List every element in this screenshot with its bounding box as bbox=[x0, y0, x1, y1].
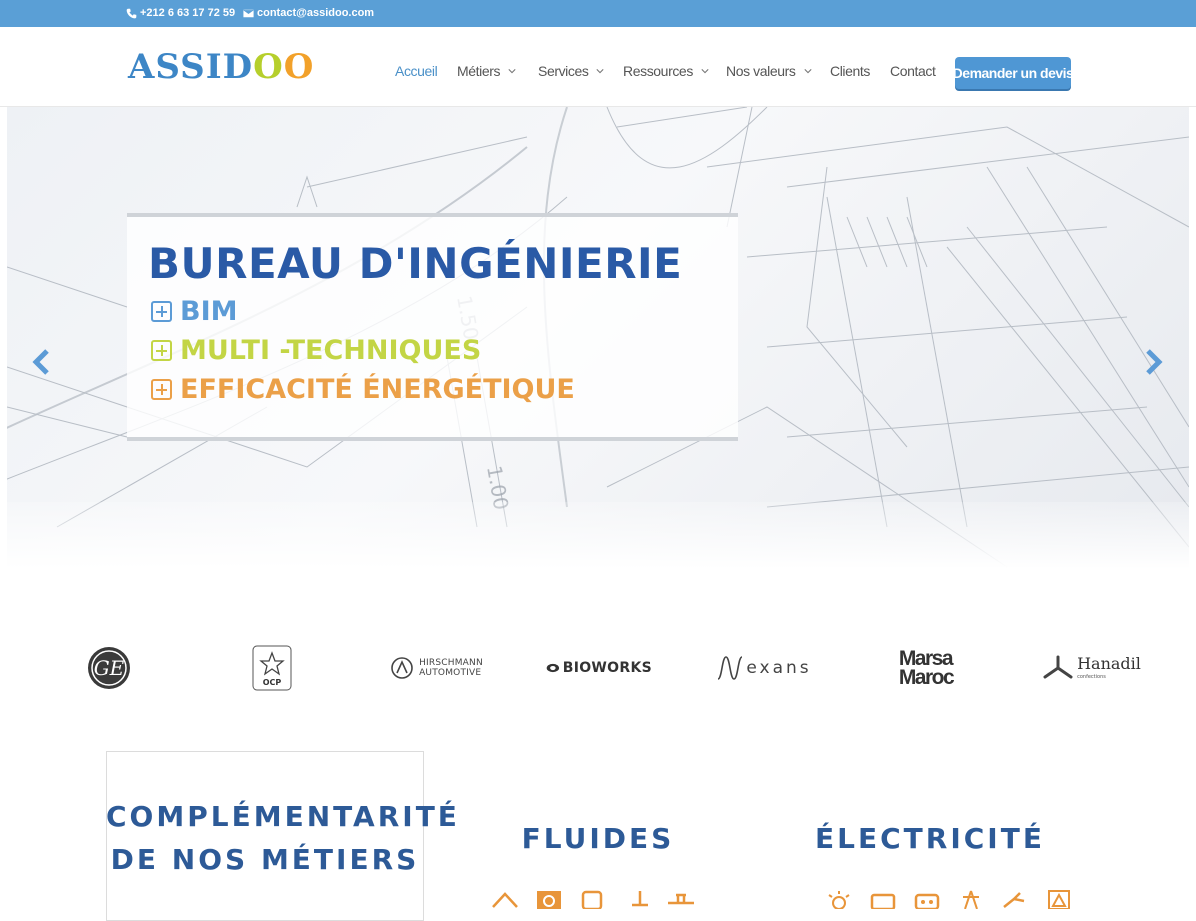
phone-number: +212 6 63 17 72 59 bbox=[140, 7, 236, 19]
hero-line-bim: BIM bbox=[151, 296, 238, 327]
nav-label: Nos valeurs bbox=[726, 63, 796, 79]
nav-accueil[interactable]: Accueil bbox=[395, 63, 438, 79]
hanadil-text: Hanadil bbox=[1077, 653, 1141, 673]
nav-label: Accueil bbox=[395, 63, 438, 79]
nav-label: Services bbox=[538, 63, 589, 79]
hero-title: BUREAU D'INGÉNIERIE bbox=[148, 239, 683, 288]
nav-label: Métiers bbox=[457, 63, 501, 79]
chevron-left-icon bbox=[32, 349, 49, 375]
hirschmann-emblem-icon bbox=[391, 657, 413, 679]
hanadil-subtext: confections bbox=[1077, 673, 1106, 680]
complementarite-heading-line2: DE NOS MÉTIERS bbox=[110, 843, 420, 876]
request-quote-button[interactable]: Demander un devis bbox=[953, 57, 1074, 89]
slider-prev-button[interactable] bbox=[23, 344, 59, 380]
faucet-icon bbox=[622, 889, 652, 909]
client-logo-hirschmann[interactable]: HIRSCHMANN AUTOMOTIVE bbox=[384, 640, 490, 696]
ge-logo-icon: GE bbox=[88, 647, 130, 689]
hero-caption-card: BUREAU D'INGÉNIERIE BIM MULTI -TECHNIQUE… bbox=[127, 213, 738, 441]
marsa-line2: Maroc bbox=[898, 666, 955, 689]
client-logo-bioworks[interactable]: BIOWORKS bbox=[546, 640, 652, 696]
ocp-logo-text: OCP bbox=[263, 678, 282, 687]
hero-line-label: BIM bbox=[180, 296, 238, 327]
nexans-text: exans bbox=[746, 658, 812, 678]
chevron-right-icon bbox=[1146, 349, 1163, 375]
nav-contact[interactable]: Contact bbox=[890, 63, 936, 79]
chevron-down-icon bbox=[701, 69, 709, 74]
client-logo-hanadil[interactable]: Hanadil confections bbox=[1040, 640, 1144, 696]
fluides-icons bbox=[490, 889, 696, 911]
phone-icon bbox=[126, 8, 137, 18]
email-address: contact@assidoo.com bbox=[257, 7, 375, 19]
hero-bottom-fade bbox=[7, 502, 1189, 569]
client-logo-nexans[interactable]: exans bbox=[712, 640, 816, 696]
bioworks-emblem-icon bbox=[546, 663, 560, 673]
bioworks-text: BIOWORKS bbox=[562, 660, 652, 676]
client-logo-marsa-maroc[interactable]: Marsa Maroc bbox=[878, 640, 974, 696]
ocp-logo-icon: OCP bbox=[252, 645, 292, 691]
nav-metiers[interactable]: Métiers bbox=[457, 63, 516, 79]
nav-ressources[interactable]: Ressources bbox=[623, 63, 709, 79]
boiler-icon bbox=[578, 889, 608, 911]
complementarite-heading-line1: COMPLÉMENTARITÉ bbox=[106, 800, 460, 833]
client-logo-ge[interactable]: GE bbox=[84, 640, 134, 696]
nav-label: Contact bbox=[890, 63, 936, 79]
hirschmann-line2: AUTOMOTIVE bbox=[419, 668, 482, 678]
fan-icon bbox=[534, 889, 564, 909]
hero-slider: 1.00 1.50 BUREAU D'INGÉNIERIE BIM MULTI … bbox=[7, 107, 1189, 569]
power-tower-icon bbox=[956, 889, 986, 910]
warning-sign-icon bbox=[1044, 889, 1074, 910]
phone-contact[interactable]: +212 6 63 17 72 59 bbox=[126, 7, 235, 19]
ge-logo-text: GE bbox=[94, 656, 125, 680]
chevron-down-icon bbox=[508, 69, 516, 74]
chevron-down-icon bbox=[803, 69, 812, 74]
lightbulb-icon bbox=[824, 889, 854, 910]
nav-nos-valeurs[interactable]: Nos valeurs bbox=[726, 63, 812, 79]
hirschmann-line1: HIRSCHMANN bbox=[419, 658, 483, 668]
nav-services[interactable]: Services bbox=[538, 63, 605, 79]
client-logo-ocp[interactable]: OCP bbox=[250, 640, 294, 696]
hanadil-emblem-icon bbox=[1043, 655, 1073, 679]
hero-line-multi-techniques: MULTI -TECHNIQUES bbox=[151, 335, 481, 366]
house-icon bbox=[490, 889, 520, 909]
hero-line-label: EFFICACITÉ ÉNERGÉTIQUE bbox=[180, 374, 575, 405]
site-header: ASSIDOO Accueil Métiers Services Ressour… bbox=[0, 27, 1196, 107]
nav-label: Clients bbox=[830, 63, 870, 79]
electricite-icons bbox=[824, 889, 1074, 911]
plus-square-icon bbox=[151, 340, 172, 361]
envelope-icon bbox=[243, 8, 254, 18]
plug-icon bbox=[1000, 889, 1030, 909]
pipe-valve-icon bbox=[666, 889, 696, 909]
email-contact[interactable]: contact@assidoo.com bbox=[243, 7, 374, 19]
slider-next-button[interactable] bbox=[1136, 344, 1172, 380]
plus-square-icon bbox=[151, 379, 172, 400]
electric-panel-icon bbox=[868, 889, 898, 911]
chevron-down-icon bbox=[596, 69, 605, 74]
plus-square-icon bbox=[151, 301, 172, 322]
nexans-n-icon bbox=[717, 656, 743, 680]
nav-label: Ressources bbox=[623, 63, 693, 79]
complementarite-box bbox=[106, 751, 424, 921]
hero-line-label: MULTI -TECHNIQUES bbox=[180, 335, 482, 366]
hero-line-efficacite: EFFICACITÉ ÉNERGÉTIQUE bbox=[151, 374, 575, 405]
socket-icon bbox=[912, 889, 942, 911]
nav-clients[interactable]: Clients bbox=[830, 63, 870, 79]
electricite-heading: ÉLECTRICITÉ bbox=[815, 822, 1045, 855]
top-bar: +212 6 63 17 72 59 contact@assidoo.com bbox=[0, 0, 1196, 27]
fluides-heading: FLUIDES bbox=[521, 822, 675, 855]
